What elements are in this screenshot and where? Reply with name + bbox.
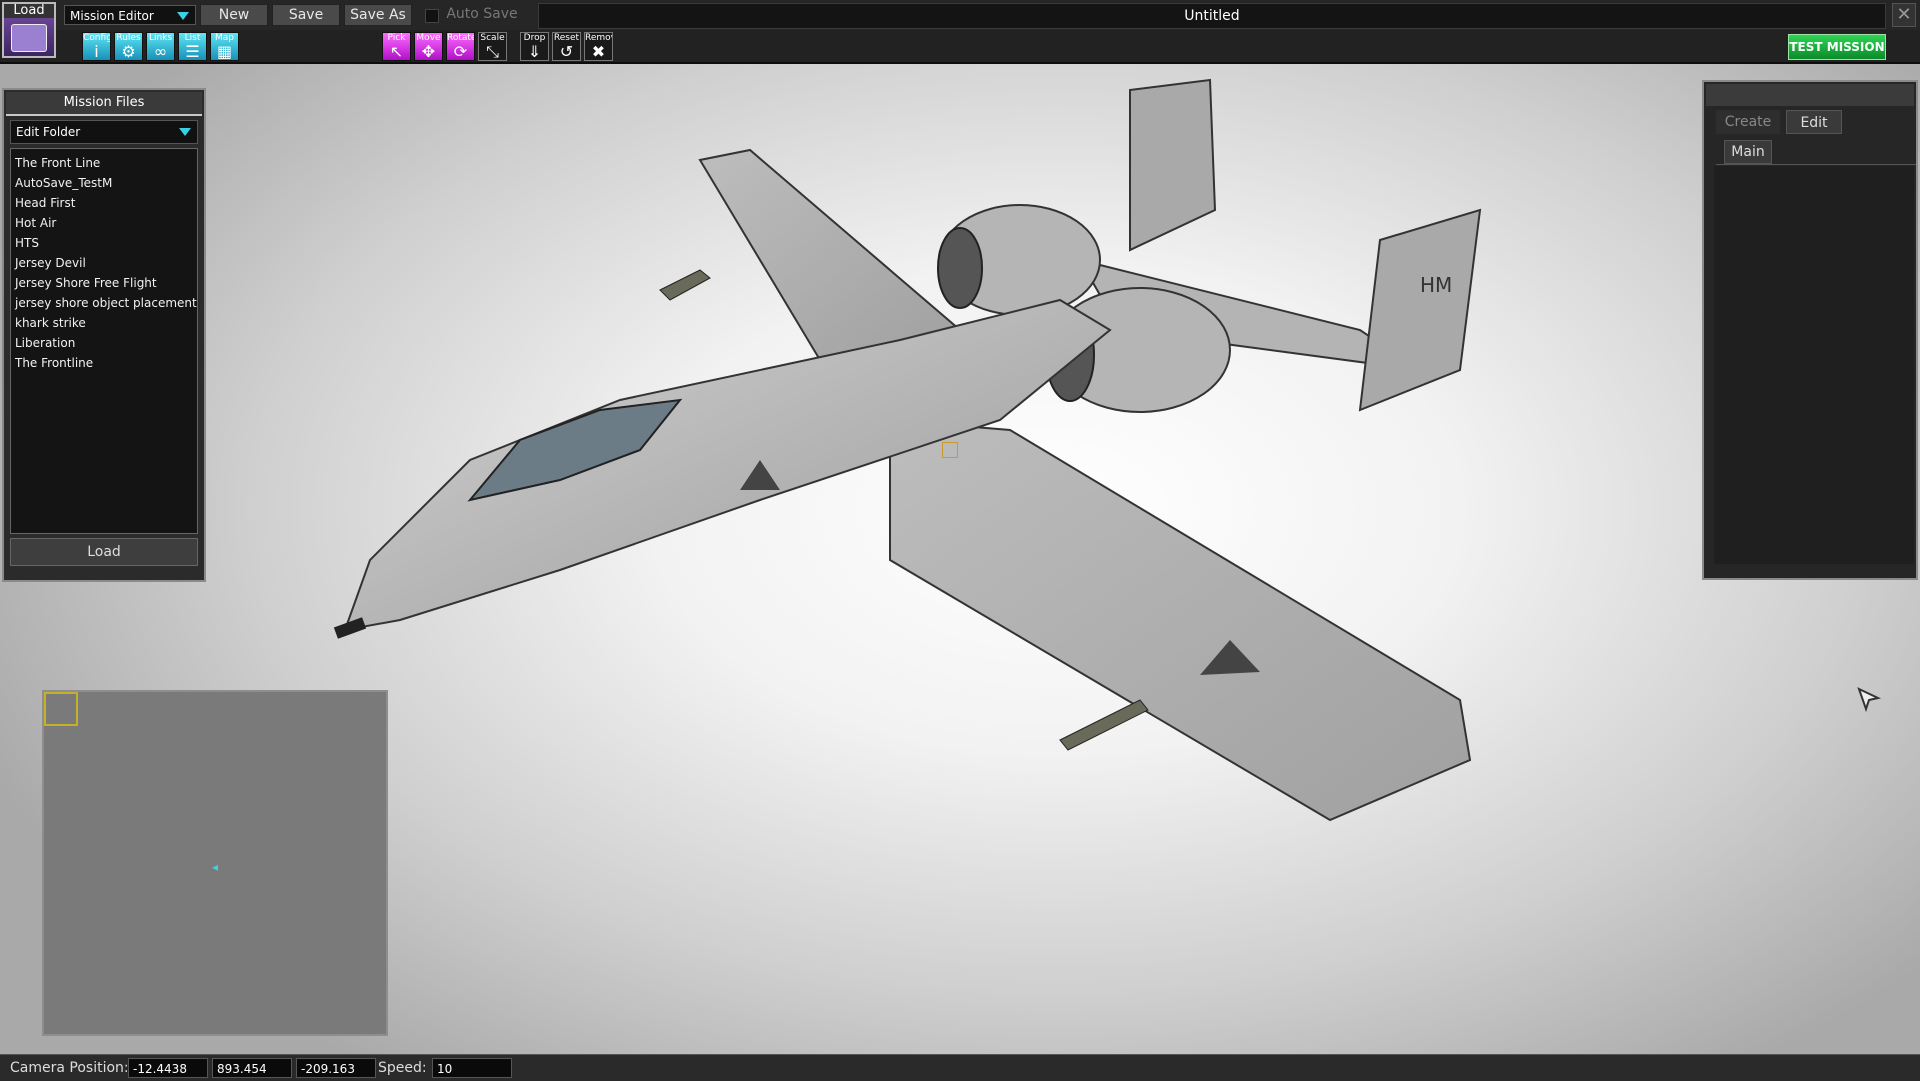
camera-y-field[interactable]: 893.454: [212, 1058, 292, 1078]
camera-z-field[interactable]: -209.163: [296, 1058, 376, 1078]
rules-icon: ⚙: [121, 42, 136, 61]
info-icon: i: [94, 42, 99, 61]
properties-header: [1706, 84, 1914, 106]
minimap-view-square[interactable]: [44, 692, 78, 726]
chevron-down-icon: [177, 12, 189, 20]
properties-tabs: Create Edit: [1704, 110, 1916, 136]
editor-mode-select[interactable]: Mission Editor: [64, 5, 196, 25]
test-mission-button[interactable]: TEST MISSION: [1788, 34, 1886, 60]
mission-title: Untitled: [538, 3, 1886, 29]
scale-icon: ⤡: [486, 42, 499, 61]
mission-files-title: Mission Files: [6, 92, 202, 116]
minimap-aircraft-icon: ◂: [212, 860, 219, 874]
selection-marker: [942, 442, 958, 458]
list-item[interactable]: Head First: [11, 193, 197, 213]
speed-field[interactable]: 10: [432, 1058, 512, 1078]
rules-tool[interactable]: Rules ⚙: [114, 32, 143, 61]
3d-viewport[interactable]: HM ◂: [0, 62, 1920, 1054]
links-tool[interactable]: Links ∞: [146, 32, 175, 61]
mission-files-panel: Mission Files Edit Folder The Front Line…: [2, 88, 206, 582]
auto-save-checkbox[interactable]: [425, 9, 439, 23]
map-tool[interactable]: Map ▦: [210, 32, 239, 61]
svg-text:HM: HM: [1420, 273, 1452, 297]
properties-body: [1714, 166, 1914, 564]
new-button[interactable]: New: [200, 4, 268, 26]
list-item[interactable]: The Front Line: [11, 153, 197, 173]
list-item[interactable]: Hot Air: [11, 213, 197, 233]
drop-icon: ⇓: [527, 42, 542, 61]
remove-tool[interactable]: Remove ✖: [584, 32, 613, 61]
list-item[interactable]: Jersey Shore Free Flight: [11, 273, 197, 293]
reset-tool[interactable]: Reset ↺: [552, 32, 581, 61]
chevron-down-icon: [179, 128, 191, 136]
rotate-tool[interactable]: Rotate ⟳: [446, 32, 475, 61]
pick-tool[interactable]: Pick ↖: [382, 32, 411, 61]
save-as-button[interactable]: Save As: [344, 4, 412, 26]
tab-create[interactable]: Create: [1716, 110, 1780, 134]
remove-icon: ✖: [591, 42, 606, 61]
load-label: Load: [4, 4, 54, 18]
tab-edit[interactable]: Edit: [1786, 110, 1842, 134]
speed-label: Speed:: [378, 1060, 427, 1076]
camera-position-label: Camera Position:: [10, 1060, 129, 1076]
close-icon[interactable]: ✕: [1892, 3, 1916, 27]
save-button[interactable]: Save: [272, 4, 340, 26]
folder-select[interactable]: Edit Folder: [10, 120, 198, 144]
load-mission-button[interactable]: Load: [2, 2, 56, 58]
reset-icon: ↺: [559, 42, 574, 61]
mission-file-list[interactable]: The Front Line AutoSave_TestM Head First…: [10, 148, 198, 534]
list-item[interactable]: jersey shore object placement: [11, 293, 197, 313]
config-tool[interactable]: Config i: [82, 32, 111, 61]
list-item[interactable]: The Frontline: [11, 353, 197, 373]
top-toolbar: Mission Editor New Save Save As Auto Sav…: [0, 0, 1920, 31]
rotate-icon: ⟳: [453, 42, 468, 61]
list-icon: ☰: [185, 42, 200, 61]
drop-tool[interactable]: Drop ⇓: [520, 32, 549, 61]
map-icon: ▦: [216, 42, 233, 61]
list-item[interactable]: Liberation: [11, 333, 197, 353]
move-tool[interactable]: Move ✥: [414, 32, 443, 61]
status-bar: Camera Position: -12.4438 893.454 -209.1…: [0, 1054, 1920, 1081]
mouse-cursor-icon: [1857, 687, 1882, 712]
folder-icon: [11, 24, 47, 52]
list-item[interactable]: khark strike: [11, 313, 197, 333]
move-icon: ✥: [421, 42, 436, 61]
pick-icon: ↖: [389, 42, 404, 61]
properties-panel: Create Edit Main: [1702, 80, 1918, 580]
scale-tool[interactable]: Scale ⤡: [478, 32, 507, 61]
folder-select-label: Edit Folder: [16, 125, 81, 139]
links-icon: ∞: [153, 42, 168, 61]
tool-toolbar: [0, 30, 1920, 64]
list-tool[interactable]: List ☰: [178, 32, 207, 61]
list-item[interactable]: Jersey Devil: [11, 253, 197, 273]
editor-mode-label: Mission Editor: [70, 9, 154, 23]
minimap[interactable]: ◂: [42, 690, 388, 1036]
list-item[interactable]: AutoSave_TestM: [11, 173, 197, 193]
auto-save-label: Auto Save: [446, 6, 518, 22]
divider: [1716, 164, 1916, 165]
camera-x-field[interactable]: -12.4438: [128, 1058, 208, 1078]
load-file-button[interactable]: Load: [10, 538, 198, 566]
subtab-main[interactable]: Main: [1724, 140, 1772, 164]
list-item[interactable]: HTS: [11, 233, 197, 253]
